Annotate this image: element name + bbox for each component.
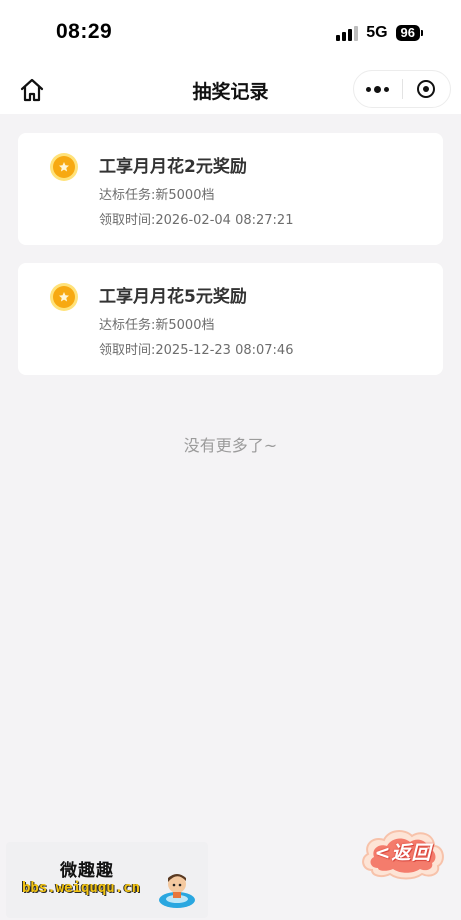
time-value: 2025-12-23 08:07:46 — [155, 343, 294, 358]
time-label: 领取时间: — [99, 343, 156, 358]
status-bar: 08:29 5G 96 — [0, 0, 461, 66]
task-value: 新5000档 — [155, 188, 215, 203]
more-dots-icon — [366, 85, 390, 93]
close-button[interactable] — [403, 71, 451, 107]
status-indicators: 5G 96 — [336, 24, 423, 42]
time-label: 领取时间: — [99, 213, 156, 228]
record-time: 领取时间:2025-12-23 08:07:46 — [99, 339, 293, 358]
record-title: 工享月月花5元奖励 — [99, 287, 247, 307]
time-value: 2026-02-04 08:27:21 — [155, 213, 294, 228]
coin-star-icon — [50, 153, 78, 181]
record-card: 工享月月花2元奖励 达标任务:新5000档 领取时间:2026-02-04 08… — [18, 133, 443, 245]
status-time: 08:29 — [56, 20, 113, 43]
back-button[interactable]: <返回 — [358, 824, 448, 882]
task-value: 新5000档 — [155, 318, 215, 333]
more-button[interactable] — [354, 71, 402, 107]
watermark: 微趣趣 bbs.weiququ.cn — [6, 842, 208, 918]
mini-program-capsule — [353, 70, 451, 108]
record-task: 达标任务:新5000档 — [99, 314, 214, 333]
record-title: 工享月月花2元奖励 — [99, 157, 247, 177]
coin-star-icon — [50, 283, 78, 311]
battery-level: 96 — [395, 25, 420, 41]
signal-icon — [336, 25, 359, 41]
back-label: <返回 — [374, 842, 432, 864]
record-card: 工享月月花5元奖励 达标任务:新5000档 领取时间:2025-12-23 08… — [18, 263, 443, 375]
mascot-icon — [159, 874, 195, 908]
task-label: 达标任务: — [99, 318, 156, 333]
record-task: 达标任务:新5000档 — [99, 184, 214, 203]
task-label: 达标任务: — [99, 188, 156, 203]
no-more-text: 没有更多了~ — [183, 436, 278, 455]
watermark-url: bbs.weiququ.cn — [22, 880, 141, 896]
watermark-name: 微趣趣 — [60, 861, 114, 881]
network-type: 5G — [366, 24, 388, 41]
battery-icon: 96 — [395, 25, 423, 41]
nav-bar: 抽奖记录 — [0, 66, 461, 114]
record-time: 领取时间:2026-02-04 08:27:21 — [99, 209, 293, 228]
target-close-icon — [417, 80, 436, 98]
